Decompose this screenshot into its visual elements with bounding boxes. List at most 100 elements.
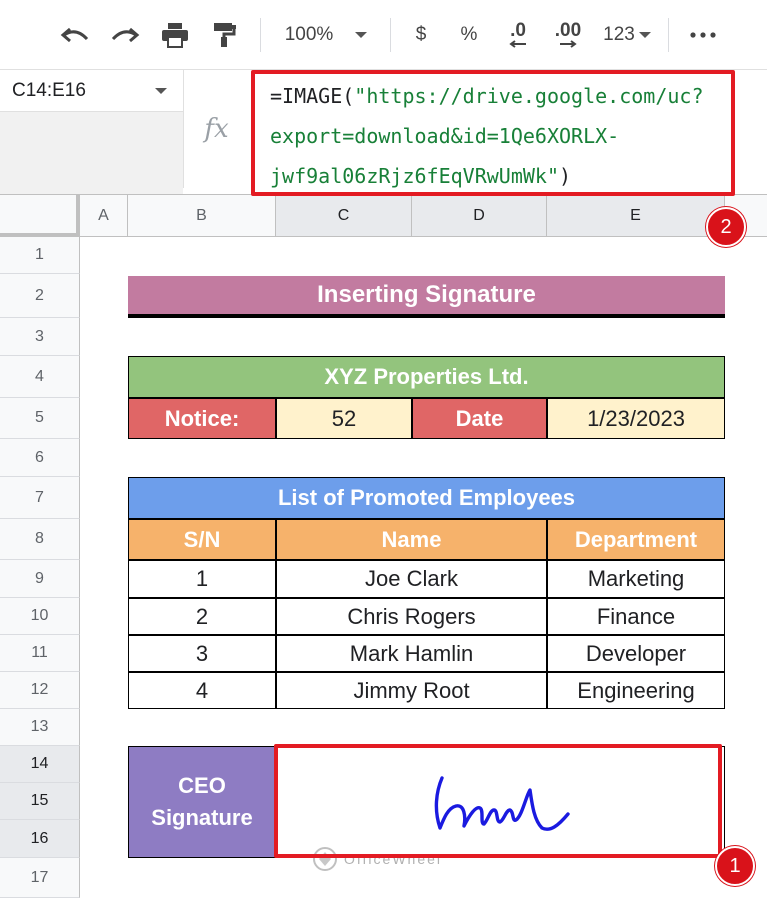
print-icon[interactable] — [158, 18, 192, 52]
row-label: 10 — [30, 607, 49, 624]
header-sn-cell[interactable]: S/N — [128, 519, 276, 560]
redo-icon[interactable] — [108, 18, 142, 52]
arrow-right-icon — [560, 40, 577, 48]
ceo-label-line1: CEO — [178, 773, 226, 798]
table-row-name[interactable]: Joe Clark — [276, 560, 547, 598]
row-label: 4 — [35, 367, 44, 385]
chevron-down-icon — [355, 32, 368, 38]
table-row-sn[interactable]: 2 — [128, 598, 276, 635]
table-row-sn[interactable]: 3 — [128, 635, 276, 672]
increase-decimal-label: .00 — [554, 20, 582, 41]
table-row-dept[interactable]: Finance — [547, 598, 725, 635]
row-header-5[interactable]: 5 — [0, 398, 80, 439]
fx-icon: fx — [183, 70, 249, 188]
row-header-3[interactable]: 3 — [0, 318, 80, 356]
name-value: Joe Clark — [365, 566, 458, 591]
notice-label-cell[interactable]: Notice: — [128, 398, 276, 439]
chevron-down-icon[interactable] — [155, 88, 167, 94]
percent-button[interactable]: % — [454, 18, 484, 52]
header-department-cell[interactable]: Department — [547, 519, 725, 560]
header-department: Department — [574, 526, 698, 552]
column-header-e[interactable]: E — [547, 195, 725, 237]
notice-value-cell[interactable]: 52 — [276, 398, 412, 439]
row-header-9[interactable]: 9 — [0, 560, 80, 598]
select-all-corner[interactable] — [0, 195, 80, 237]
column-label: E — [630, 206, 641, 224]
badge-number: 2 — [720, 215, 732, 238]
table-row-dept[interactable]: Engineering — [547, 672, 725, 709]
table-row-name[interactable]: Jimmy Root — [276, 672, 547, 709]
row-label: 15 — [30, 792, 49, 809]
row-header-12[interactable]: 12 — [0, 672, 80, 709]
ceo-signature-label-cell[interactable]: CEO Signature — [128, 746, 276, 858]
column-label: B — [196, 206, 207, 224]
table-row-sn[interactable]: 4 — [128, 672, 276, 709]
date-value-cell[interactable]: 1/23/2023 — [547, 398, 725, 439]
toolbar-divider — [260, 18, 261, 52]
arrow-left-icon — [509, 40, 526, 48]
currency-button[interactable]: $ — [406, 18, 436, 52]
row-label: 17 — [30, 868, 49, 886]
table-row-sn[interactable]: 1 — [128, 560, 276, 598]
list-title-cell[interactable]: List of Promoted Employees — [128, 477, 725, 519]
toolbar-divider — [390, 18, 391, 52]
column-header-c[interactable]: C — [276, 195, 412, 237]
name-value: Jimmy Root — [353, 677, 470, 703]
name-box-area — [0, 112, 183, 194]
currency-label: $ — [415, 24, 427, 45]
zoom-select[interactable]: 100% — [278, 18, 374, 52]
table-row-dept[interactable]: Developer — [547, 635, 725, 672]
header-name-cell[interactable]: Name — [276, 519, 547, 560]
row-header-7[interactable]: 7 — [0, 477, 80, 519]
row-header-4[interactable]: 4 — [0, 356, 80, 398]
company-name-cell[interactable]: XYZ Properties Ltd. — [128, 356, 725, 398]
row-label: 13 — [30, 718, 49, 735]
row-label: 2 — [35, 286, 44, 304]
column-header-d[interactable]: D — [412, 195, 547, 237]
row-label: 8 — [35, 530, 44, 547]
toolbar-divider — [668, 18, 669, 52]
formula-highlight-box — [251, 70, 735, 196]
date-label: Date — [455, 405, 504, 431]
row-header-6[interactable]: 6 — [0, 439, 80, 477]
dept-value: Developer — [585, 640, 687, 666]
notice-value: 52 — [331, 405, 357, 431]
paint-format-icon[interactable] — [208, 18, 242, 52]
row-header-2[interactable]: 2 — [0, 274, 80, 318]
row-header-1[interactable]: 1 — [0, 237, 80, 274]
date-label-cell[interactable]: Date — [412, 398, 547, 439]
decrease-decimal-button[interactable]: .0 — [498, 18, 538, 52]
table-row-name[interactable]: Mark Hamlin — [276, 635, 547, 672]
table-row-name[interactable]: Chris Rogers — [276, 598, 547, 635]
column-label: C — [337, 206, 350, 224]
dept-value: Finance — [596, 603, 676, 629]
name-box-value: C14:E16 — [12, 79, 86, 101]
row-header-11[interactable]: 11 — [0, 635, 80, 672]
row-label: 7 — [35, 488, 44, 506]
more-formats-label: 123 — [603, 24, 635, 45]
column-label: D — [473, 206, 485, 224]
ceo-label-line2: Signature — [151, 805, 253, 830]
sn-value: 1 — [195, 566, 209, 591]
column-header-b[interactable]: B — [128, 195, 276, 237]
row-header-16[interactable]: 16 — [0, 820, 80, 858]
row-header-15[interactable]: 15 — [0, 783, 80, 820]
zoom-value: 100% — [284, 24, 334, 45]
sheet-title[interactable]: Inserting Signature — [128, 276, 725, 318]
row-header-8[interactable]: 8 — [0, 519, 80, 560]
header-sn: S/N — [183, 526, 221, 552]
row-header-10[interactable]: 10 — [0, 598, 80, 635]
row-header-13[interactable]: 13 — [0, 709, 80, 746]
name-value: Mark Hamlin — [349, 640, 474, 666]
list-title: List of Promoted Employees — [277, 485, 576, 510]
row-header-17[interactable]: 17 — [0, 858, 80, 898]
undo-icon[interactable] — [58, 18, 92, 52]
column-label: A — [98, 206, 109, 224]
more-options-icon[interactable] — [686, 18, 720, 52]
row-header-14[interactable]: 14 — [0, 746, 80, 783]
more-formats-button[interactable]: 123 — [598, 18, 656, 52]
dept-value: Engineering — [577, 677, 695, 703]
table-row-dept[interactable]: Marketing — [547, 560, 725, 598]
increase-decimal-button[interactable]: .00 — [546, 18, 590, 52]
column-header-a[interactable]: A — [80, 195, 128, 237]
